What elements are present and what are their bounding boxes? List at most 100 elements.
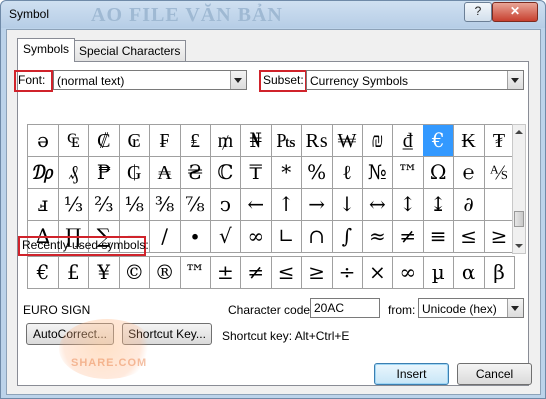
recent-symbol-cell[interactable]: α xyxy=(453,257,485,289)
character-code-input[interactable]: 20AC xyxy=(310,298,380,318)
symbol-cell[interactable]: ℓ xyxy=(332,157,363,189)
symbol-cell[interactable]: ∟ xyxy=(271,221,303,253)
close-button[interactable]: ✕ xyxy=(492,2,538,22)
recent-symbol-cell[interactable]: ® xyxy=(149,257,181,289)
scrollbar-thumb[interactable] xyxy=(514,211,524,227)
symbol-cell[interactable]: ≈ xyxy=(362,221,394,253)
symbol-cell[interactable]: Ω xyxy=(423,157,455,189)
symbol-cell[interactable]: ↓ xyxy=(332,189,363,221)
symbol-cell[interactable]: ₢ xyxy=(119,125,151,157)
symbol-cell[interactable]: ₧ xyxy=(271,125,303,157)
symbol-cell[interactable]: ≠ xyxy=(392,221,424,253)
scroll-up-icon[interactable] xyxy=(513,125,525,139)
symbol-cell[interactable]: ™ xyxy=(392,157,424,189)
recent-symbol-cell[interactable]: ∞ xyxy=(392,257,424,289)
subset-select[interactable]: Currency Symbols xyxy=(306,70,524,90)
symbol-cell[interactable]: ₯ xyxy=(28,157,59,189)
title-bar[interactable]: Symbol AO FILE VĂN BẢN ? ✕ xyxy=(1,1,545,28)
symbol-cell[interactable]: * xyxy=(271,157,303,189)
chevron-down-icon[interactable] xyxy=(507,299,523,317)
symbol-cell[interactable]: ₫ xyxy=(392,125,424,157)
recent-symbol-cell[interactable]: © xyxy=(119,257,151,289)
symbol-cell[interactable]: ₪ xyxy=(362,125,394,157)
symbol-cell[interactable]: ₨ xyxy=(301,125,333,157)
recent-symbol-cell[interactable]: ± xyxy=(210,257,242,289)
recent-symbol-cell[interactable]: £ xyxy=(58,257,90,289)
symbol-cell[interactable]: № xyxy=(362,157,394,189)
symbol-cell[interactable]: ← xyxy=(240,189,272,221)
tab-symbols[interactable]: Symbols xyxy=(17,38,76,62)
recent-symbol-cell[interactable]: ≤ xyxy=(271,257,303,289)
symbol-cell[interactable]: ∩ xyxy=(301,221,333,253)
symbol-cell[interactable]: ⅔ xyxy=(88,189,120,221)
symbol-cell[interactable]: % xyxy=(301,157,333,189)
from-label: from: xyxy=(388,303,416,317)
symbol-cell[interactable]: ⅞ xyxy=(180,189,211,221)
symbol-cell[interactable]: ₲ xyxy=(119,157,151,189)
symbol-cell[interactable]: ≤ xyxy=(453,221,485,253)
symbol-cell[interactable]: ₮ xyxy=(484,125,515,157)
recent-symbols-grid: € £ ¥ © ® ™ ± ≠ ≤ ≥ ÷ × ∞ µ α β xyxy=(27,256,515,289)
font-select[interactable]: (normal text) xyxy=(53,70,247,90)
symbol-cell[interactable]: ℮ xyxy=(453,157,485,189)
symbol-cell[interactable]: ↑ xyxy=(271,189,303,221)
symbol-cell[interactable]: ₳ xyxy=(149,157,181,189)
symbol-cell[interactable]: ↄ xyxy=(210,189,242,221)
symbol-cell[interactable]: ₰ xyxy=(58,157,90,189)
symbol-cell[interactable]: ₭ xyxy=(453,125,485,157)
symbol-cell[interactable]: ₡ xyxy=(88,125,120,157)
symbol-cell[interactable]: ↔ xyxy=(362,189,394,221)
symbol-cell[interactable]: ↨ xyxy=(423,189,455,221)
chevron-down-icon[interactable] xyxy=(230,71,246,89)
symbol-cell[interactable]: ₦ xyxy=(240,125,272,157)
symbol-cell[interactable]: ⅛ xyxy=(119,189,151,221)
symbol-cell[interactable]: ∙ xyxy=(180,221,211,253)
scroll-down-icon[interactable] xyxy=(513,239,525,253)
recent-symbol-cell[interactable]: ¥ xyxy=(88,257,120,289)
symbol-cell[interactable]: ⅎ xyxy=(28,189,59,221)
font-value: (normal text) xyxy=(57,74,125,88)
symbol-cell[interactable]: ₠ xyxy=(58,125,90,157)
recent-symbol-cell[interactable]: ≥ xyxy=(301,257,333,289)
recent-symbol-cell[interactable]: ™ xyxy=(180,257,211,289)
symbol-cell[interactable]: ∫ xyxy=(332,221,363,253)
symbol-cell[interactable]: ℂ xyxy=(210,157,242,189)
symbol-cell[interactable]: ₱ xyxy=(88,157,120,189)
symbol-cell[interactable]: ≥ xyxy=(484,221,515,253)
recent-symbol-cell[interactable]: ≠ xyxy=(240,257,272,289)
watermark-logo-text: SHARE.COM xyxy=(71,357,148,369)
symbol-cell[interactable]: ₥ xyxy=(210,125,242,157)
chevron-down-icon[interactable] xyxy=(507,71,523,89)
symbol-grid-scrollbar[interactable] xyxy=(512,124,526,254)
symbol-cell[interactable]: √ xyxy=(210,221,242,253)
recent-symbol-cell[interactable]: × xyxy=(362,257,394,289)
symbol-cell[interactable]: ə xyxy=(28,125,59,157)
cancel-button[interactable]: Cancel xyxy=(457,363,532,385)
symbol-cell[interactable]: € xyxy=(423,125,455,157)
tab-special-characters[interactable]: Special Characters xyxy=(73,40,187,61)
symbol-cell[interactable]: ₤ xyxy=(180,125,211,157)
symbol-cell[interactable]: ↕ xyxy=(392,189,424,221)
symbol-cell[interactable]: ∕ xyxy=(149,221,181,253)
symbol-cell[interactable]: ≡ xyxy=(423,221,455,253)
help-button[interactable]: ? xyxy=(464,2,492,22)
symbol-cell[interactable]: ∞ xyxy=(240,221,272,253)
symbol-cell[interactable] xyxy=(484,189,515,221)
character-name: EURO SIGN xyxy=(23,303,91,317)
recent-symbol-cell[interactable]: β xyxy=(484,257,515,289)
symbol-cell[interactable]: ₴ xyxy=(180,157,211,189)
recent-symbol-cell[interactable]: µ xyxy=(423,257,455,289)
symbol-cell[interactable]: ⅍ xyxy=(484,157,515,189)
symbol-cell[interactable]: ₩ xyxy=(332,125,363,157)
symbol-cell[interactable]: ⅓ xyxy=(58,189,90,221)
symbol-cell[interactable]: ₸ xyxy=(240,157,272,189)
recent-symbol-cell[interactable]: € xyxy=(28,257,59,289)
symbol-cell[interactable]: ₣ xyxy=(149,125,181,157)
symbol-cell[interactable]: ∂ xyxy=(453,189,485,221)
insert-button[interactable]: Insert xyxy=(374,363,449,385)
symbol-cell[interactable]: → xyxy=(301,189,333,221)
recent-symbol-cell[interactable]: ÷ xyxy=(332,257,363,289)
symbol-cell[interactable]: ⅜ xyxy=(149,189,181,221)
from-select[interactable]: Unicode (hex) xyxy=(418,298,524,318)
character-code-label: Character code: xyxy=(228,303,314,317)
